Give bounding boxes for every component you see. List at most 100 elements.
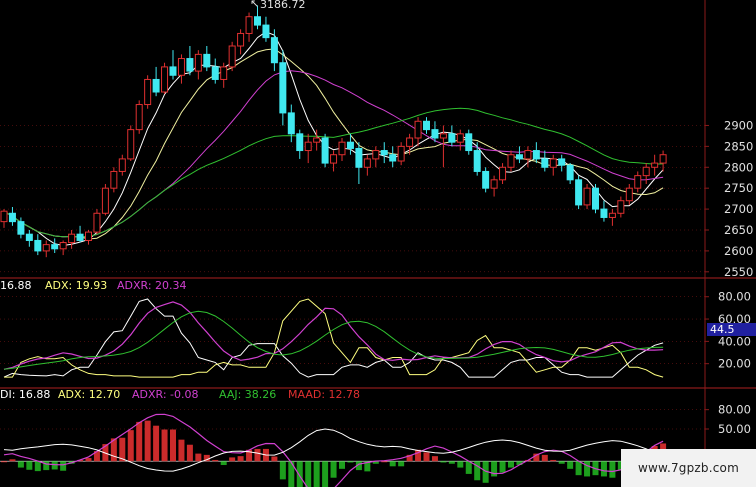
osc-bar [465,461,472,474]
dmi2-tick-label: 50.00 [718,422,751,436]
dmi-grid [0,296,705,364]
candle-body [304,141,312,152]
osc-bar [457,461,464,468]
candle-body [617,200,625,214]
candle-body [144,78,152,106]
candle-body [380,150,388,156]
osc-bar [296,461,303,487]
mdi-line [4,298,664,378]
candle-body [211,66,219,80]
price-tick-label: 2700 [724,202,753,216]
osc-bar [51,461,58,470]
candle-body [59,242,67,250]
candle-body [406,137,414,147]
osc-bar [423,452,430,462]
dmi2-maad-label: MAAD: 12.78 [288,388,360,401]
candle-body [245,16,253,34]
osc-bar [170,429,176,462]
candle-body [566,164,574,181]
osc-bar [144,420,151,462]
candle-body [355,147,363,168]
candle-body [321,137,329,164]
candle-body [8,212,16,223]
candle-body [68,233,76,244]
candle-body [575,179,583,206]
dmi-tick-label: 20.00 [718,357,751,371]
candle-body [600,208,608,218]
price-tick-label: 2750 [724,181,753,195]
osc-bar [508,461,514,468]
candle-body [34,239,42,252]
osc-bar [271,456,278,462]
candle-body [287,112,295,135]
osc-bar [220,461,227,466]
osc-bar [550,459,557,462]
candle-body [465,133,473,152]
watermark-text: www.7gpzb.com [638,461,739,475]
candle-body [254,16,261,26]
candle-body [85,231,92,241]
candle-body [110,170,118,189]
candle-body [423,120,430,131]
candle-body [659,154,667,164]
candle-body [237,32,245,47]
price-tick-label: 2900 [724,118,753,132]
candle-body [389,154,397,162]
candle-body [177,58,185,76]
osc-bar [499,461,506,473]
peak-marker: ↖ [250,0,259,10]
candle-body [625,187,633,202]
price-tick-label: 2850 [724,139,753,153]
candle-body [0,210,8,223]
candle-body [634,175,642,189]
candle-body [194,53,202,72]
candle-body [279,62,287,114]
osc-bar [305,461,312,487]
osc-bar [575,461,582,476]
candle-body [203,53,211,68]
osc-bar [195,453,202,462]
dmi2-aaj-label: AAJ: 38.26 [219,388,276,401]
price-y-axis: 2900 2850 2800 2750 2700 2650 2600 2550 [705,118,753,279]
peak-label: 3186.72 [260,0,306,11]
dmi2-adx-label: ADX: 12.70 [58,388,120,401]
candle-body [532,150,540,160]
candle-body [346,141,354,149]
osc-bar [609,461,616,478]
chart-frame [0,0,756,487]
osc-bar [186,444,193,462]
osc-bar [541,454,548,462]
osc-bar [279,461,286,480]
osc-bar [153,425,160,462]
candle-body [414,120,422,139]
dmi-pdi-label: 16.88 [0,279,32,292]
candle-body [490,179,498,189]
adxr-line [3,310,664,370]
osc-bar [558,461,565,464]
candle-body [135,104,143,131]
candle-body [397,145,405,162]
osc-bar [43,461,50,471]
candle-body [161,66,169,93]
dmi-adxr-label: ADXR: 20.34 [117,279,187,292]
candle-body [651,162,659,168]
candle-body [330,154,338,164]
osc-bar [9,459,16,462]
candle-body [25,233,33,241]
candle-body [482,170,490,189]
candle-body [473,150,481,172]
candle-body [507,154,515,168]
osc-bar [17,461,24,468]
candle-body [127,129,135,160]
candle-body [592,187,599,210]
adx-line [3,301,664,370]
osc-bar [136,421,143,462]
candle-body [558,158,566,166]
candle-body [363,158,371,168]
osc-bar [26,461,33,470]
candle-body [608,212,616,218]
candle-body [262,24,270,39]
dmi-adx-label: ADX: 19.93 [45,279,107,292]
osc-bar [34,461,41,472]
candle-body [152,78,160,93]
